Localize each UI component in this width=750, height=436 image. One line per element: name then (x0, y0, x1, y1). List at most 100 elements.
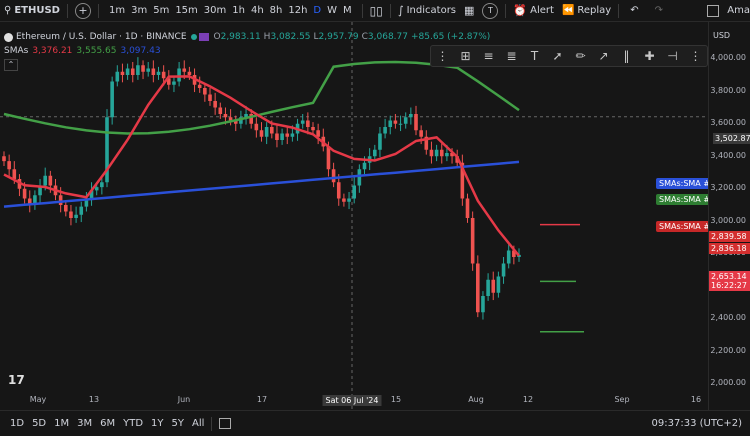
chart-pane[interactable]: 17 (0, 22, 708, 410)
range-1D[interactable]: 1D (6, 418, 28, 429)
timeframe-1h[interactable]: 1h (229, 5, 248, 16)
more-tools-icon[interactable]: ⋮ (684, 49, 707, 63)
candle-body (264, 127, 269, 137)
chart-type-button[interactable]: ▯▯ (366, 0, 387, 22)
candle-body (285, 133, 290, 137)
candle-body (69, 211, 73, 218)
templates-button[interactable]: ▦ (460, 0, 478, 22)
collapse-icon[interactable]: ⌃ (4, 59, 18, 71)
candle-body (311, 127, 315, 131)
candle-body (398, 123, 403, 125)
range-6M[interactable]: 6M (96, 418, 119, 429)
timeframe-5m[interactable]: 5m (150, 5, 172, 16)
candle-body (445, 153, 449, 157)
price-tick: 3,600.00 (710, 118, 746, 127)
redo-button[interactable]: ↷ (647, 0, 671, 22)
timeframe-15m[interactable]: 15m (172, 5, 200, 16)
candle-body (300, 120, 305, 124)
candle-body (290, 133, 295, 137)
timeframe-12h[interactable]: 12h (285, 5, 310, 16)
legend-collapse-row[interactable]: ⌃ (4, 58, 490, 72)
rewind-icon: ⏪ (561, 5, 575, 16)
sma-label: SMAs (4, 46, 29, 56)
brush-icon[interactable]: ✏ (569, 49, 592, 63)
price-scale[interactable]: USD 4,000.00 3,800.00 3,600.00 3,400.00 3,20… (708, 22, 750, 410)
candle-body (223, 114, 228, 118)
time-label: 17 (256, 395, 268, 404)
timeframe-M[interactable]: M (340, 5, 355, 16)
range-5D[interactable]: 5D (28, 418, 50, 429)
candle-body (280, 133, 284, 140)
candle-body (501, 263, 506, 277)
currency-label[interactable]: USD (713, 31, 730, 40)
open-label: O (213, 32, 221, 42)
ray-icon[interactable]: ↗ (592, 49, 615, 63)
vertical-line-icon[interactable]: ‖ (615, 49, 638, 63)
symbol-search[interactable]: ⚲ ETHUSD (0, 0, 64, 22)
high-value: 3,082.55 (270, 32, 311, 42)
candle-body (336, 182, 341, 199)
timeframe-W[interactable]: W (324, 5, 340, 16)
alert-button[interactable]: ⏰ Alert (509, 0, 558, 22)
timeframe-8h[interactable]: 8h (267, 5, 286, 16)
low-value: 2,957.79 (318, 32, 359, 42)
sma1-price-label: 2,839.58 (709, 231, 750, 242)
candle-body (409, 114, 413, 118)
candle-body (259, 130, 264, 137)
range-All[interactable]: All (188, 418, 208, 429)
channel-icon[interactable]: ≣ (500, 49, 523, 63)
indicators-button[interactable]: ∫ Indicators (394, 0, 460, 22)
user-avatar: T (482, 2, 499, 19)
candle-body (352, 185, 356, 199)
trendline-icon[interactable]: ➚ (546, 49, 569, 63)
alert-label: Alert (530, 5, 554, 16)
range-1Y[interactable]: 1Y (147, 418, 167, 429)
candle-body (388, 120, 393, 127)
undo-button[interactable]: ↶ (622, 0, 646, 22)
user-button[interactable]: T (478, 0, 502, 22)
clock[interactable]: 09:37:33 (UTC+2) (648, 413, 750, 435)
grid-icon[interactable]: ⊞ (454, 49, 477, 63)
goto-date-button[interactable] (215, 413, 235, 435)
candle-body (254, 123, 259, 131)
time-label: 16 (690, 395, 702, 404)
legend-sma-row[interactable]: SMAs 3,376.21 3,555.65 3,097.43 (4, 44, 490, 58)
timeframe-D[interactable]: D (310, 5, 324, 16)
last-price-value: 2,653.14 (711, 272, 747, 281)
time-label: Aug (468, 395, 484, 404)
time-label: May (29, 395, 47, 404)
compare-button[interactable]: + (71, 0, 95, 22)
chart-legend: Ethereum / U.S. Dollar · 1D · BINANCE O … (4, 30, 490, 72)
range-1M[interactable]: 1M (50, 418, 73, 429)
replay-button[interactable]: ⏪ Replay (558, 0, 615, 22)
candle-body (306, 120, 310, 127)
timeframe-4h[interactable]: 4h (248, 5, 267, 16)
replay-label: Replay (577, 5, 612, 16)
fib-icon[interactable]: ≡ (477, 49, 500, 63)
time-label: 15 (390, 395, 402, 404)
eth-logo-icon (4, 32, 13, 42)
timeframe-30m[interactable]: 30m (201, 5, 229, 16)
candle-body (22, 188, 27, 199)
account-button[interactable]: Ama (723, 0, 750, 22)
timeframe-1m[interactable]: 1m (106, 5, 128, 16)
separator (505, 3, 507, 18)
drag-handle-icon[interactable]: ⋮ (431, 49, 454, 63)
candle-body (2, 156, 6, 162)
candle-body (208, 94, 212, 101)
candle-body (362, 162, 367, 170)
horizontal-ray-icon[interactable]: ⊣ (661, 49, 684, 63)
time-scale[interactable]: May 13 Jun 17 15 Aug 12 Sep 16 Sat 06 Jul '24 (0, 392, 708, 410)
price-tick: 3,800.00 (710, 85, 746, 95)
legend-title: Ethereum / U.S. Dollar · 1D · BINANCE (16, 32, 187, 42)
range-3M[interactable]: 3M (73, 418, 96, 429)
candle-body (414, 114, 418, 131)
price-chart[interactable]: 17 (0, 22, 708, 410)
crosshair-tool-icon[interactable]: ✚ (638, 49, 661, 63)
range-5Y[interactable]: 5Y (168, 418, 188, 429)
layout-button[interactable] (703, 0, 723, 22)
range-YTD[interactable]: YTD (119, 418, 147, 429)
text-tool-icon[interactable]: T (523, 49, 546, 63)
candle-body (403, 117, 408, 124)
timeframe-3m[interactable]: 3m (128, 5, 150, 16)
